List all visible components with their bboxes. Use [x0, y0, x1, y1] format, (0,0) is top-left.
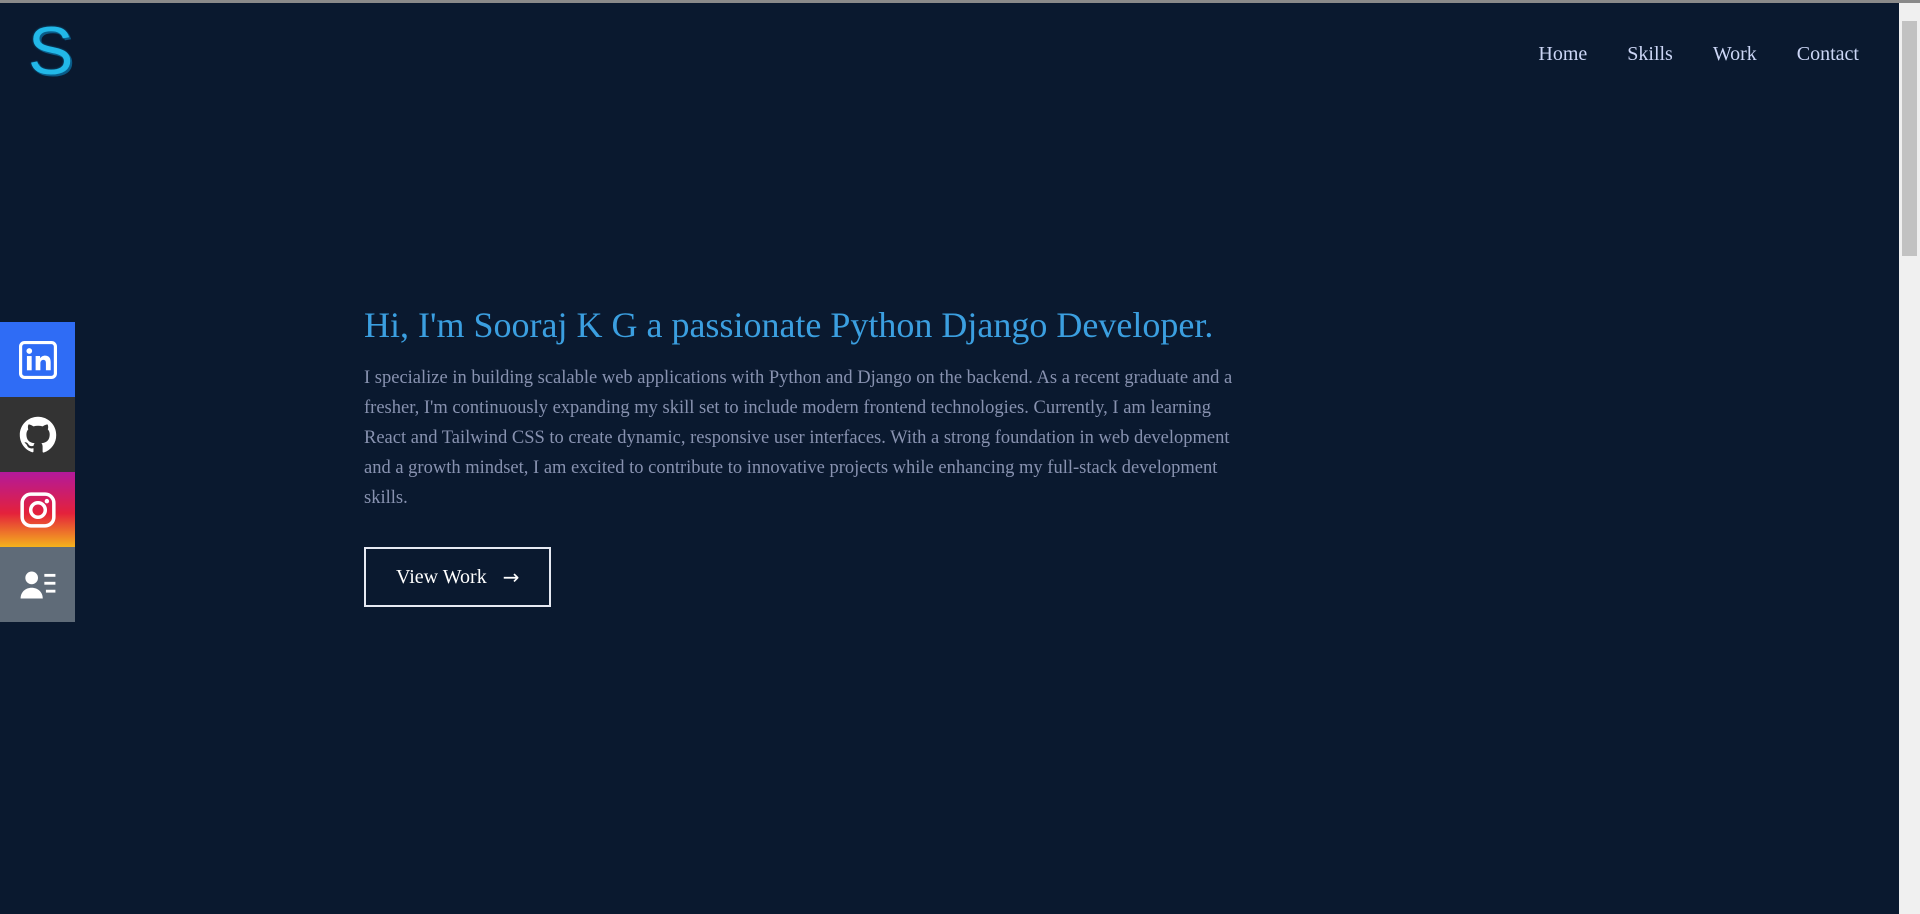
nav-item-work[interactable]: Work — [1713, 43, 1757, 66]
arrow-right-icon: → — [502, 565, 520, 589]
hero-description: I specialize in building scalable web ap… — [364, 368, 1233, 508]
nav-item-home[interactable]: Home — [1538, 43, 1587, 66]
page: S Home Skills Work Contact Hi, I'm Soora… — [0, 3, 1899, 914]
instagram-link[interactable] — [0, 472, 75, 547]
view-work-button[interactable]: View Work → — [364, 547, 552, 607]
scrollbar-thumb[interactable] — [1902, 21, 1917, 256]
github-link[interactable] — [0, 397, 75, 472]
hero-title: Hi, I'm Sooraj K G a passionate Python D… — [364, 305, 1214, 345]
instagram-icon — [19, 491, 56, 528]
view-work-label: View Work — [396, 565, 487, 588]
hero-section: Hi, I'm Sooraj K G a passionate Python D… — [364, 301, 1254, 607]
nav-item-skills[interactable]: Skills — [1627, 43, 1673, 66]
contact-card-icon — [20, 571, 55, 598]
logo[interactable]: S — [28, 17, 76, 85]
main-nav: Home Skills Work Contact — [1538, 43, 1859, 66]
resume-link[interactable] — [0, 547, 75, 622]
social-sidebar — [0, 322, 75, 622]
scrollbar[interactable] — [1899, 3, 1920, 914]
linkedin-link[interactable] — [0, 322, 75, 397]
nav-item-contact[interactable]: Contact — [1797, 43, 1859, 66]
linkedin-icon — [18, 340, 57, 379]
github-icon — [19, 416, 56, 453]
